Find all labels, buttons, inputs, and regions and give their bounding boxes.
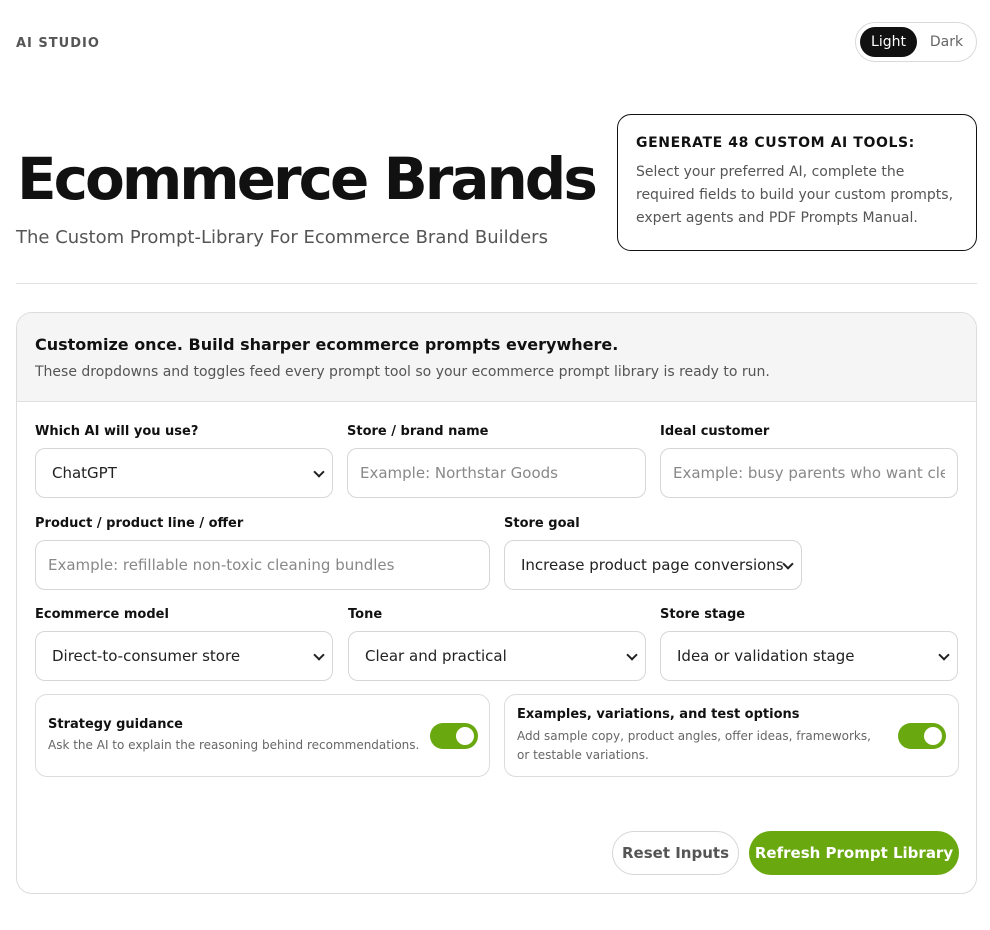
toggle-knob [924, 727, 942, 745]
panel-header: Customize once. Build sharper ecommerce … [17, 313, 976, 402]
ecommerce-model-value: Direct-to-consumer store [52, 647, 241, 665]
chevron-down-icon [313, 466, 325, 478]
ideal-customer-label: Ideal customer [660, 424, 770, 439]
ecommerce-model-label: Ecommerce model [35, 607, 169, 622]
chevron-down-icon [313, 649, 325, 661]
ecommerce-model-select[interactable]: Direct-to-consumer store [35, 631, 333, 681]
examples-variations-title: Examples, variations, and test options [517, 707, 800, 722]
chevron-down-icon [782, 558, 794, 570]
chevron-down-icon [938, 649, 950, 661]
theme-dark-option[interactable]: Dark [924, 27, 969, 57]
tone-value: Clear and practical [365, 647, 507, 665]
tone-select[interactable]: Clear and practical [348, 631, 646, 681]
ai-field: Which AI will you use? ChatGPT [35, 424, 333, 499]
ai-select-value: ChatGPT [52, 464, 117, 482]
panel-description: These dropdowns and toggles feed every p… [35, 364, 770, 380]
examples-variations-card: Examples, variations, and test options A… [504, 694, 959, 777]
product-field: Product / product line / offer [35, 516, 490, 591]
store-name-input[interactable] [347, 448, 646, 498]
ideal-customer-input[interactable] [660, 448, 958, 498]
promo-heading: GENERATE 48 CUSTOM AI TOOLS: [636, 135, 915, 151]
page-title: Ecommerce Brands [17, 145, 598, 213]
store-stage-field: Store stage Idea or validation stage [660, 607, 958, 682]
toggle-knob [456, 727, 474, 745]
chevron-down-icon [626, 649, 638, 661]
product-input[interactable] [35, 540, 490, 590]
store-name-field: Store / brand name [347, 424, 646, 499]
ai-label: Which AI will you use? [35, 424, 199, 439]
store-goal-value: Increase product page conversions [521, 556, 784, 574]
theme-toggle[interactable]: Light Dark [855, 22, 977, 62]
promo-body: Select your preferred AI, complete the r… [636, 164, 954, 226]
panel-title: Customize once. Build sharper ecommerce … [35, 335, 619, 354]
strategy-guidance-toggle[interactable] [430, 723, 478, 749]
settings-panel: Customize once. Build sharper ecommerce … [16, 312, 977, 894]
strategy-guidance-card: Strategy guidance Ask the AI to explain … [35, 694, 490, 777]
ai-select[interactable]: ChatGPT [35, 448, 333, 498]
tone-field: Tone Clear and practical [348, 607, 646, 682]
examples-variations-toggle[interactable] [898, 723, 946, 749]
store-stage-value: Idea or validation stage [677, 647, 855, 665]
refresh-prompt-library-button[interactable]: Refresh Prompt Library [749, 831, 959, 875]
page-subtitle: The Custom Prompt-Library For Ecommerce … [16, 227, 548, 248]
reset-inputs-button[interactable]: Reset Inputs [612, 831, 739, 875]
ideal-customer-field: Ideal customer [660, 424, 958, 499]
top-bar: AI STUDIO Light Dark [16, 22, 977, 62]
tone-label: Tone [348, 607, 383, 622]
section-divider [16, 283, 977, 284]
ecommerce-model-field: Ecommerce model Direct-to-consumer store [35, 607, 333, 682]
store-goal-field: Store goal Increase product page convers… [504, 516, 802, 591]
examples-variations-desc: Add sample copy, product angles, offer i… [517, 729, 871, 762]
store-goal-label: Store goal [504, 516, 580, 531]
store-stage-select[interactable]: Idea or validation stage [660, 631, 958, 681]
brand-logo: AI STUDIO [16, 36, 100, 51]
promo-card: GENERATE 48 CUSTOM AI TOOLS: Select your… [617, 114, 977, 251]
theme-light-option[interactable]: Light [860, 27, 917, 57]
store-name-label: Store / brand name [347, 424, 489, 439]
product-label: Product / product line / offer [35, 516, 244, 531]
store-stage-label: Store stage [660, 607, 746, 622]
store-goal-select[interactable]: Increase product page conversions [504, 540, 802, 590]
strategy-guidance-desc: Ask the AI to explain the reasoning behi… [48, 738, 420, 752]
strategy-guidance-title: Strategy guidance [48, 717, 183, 732]
